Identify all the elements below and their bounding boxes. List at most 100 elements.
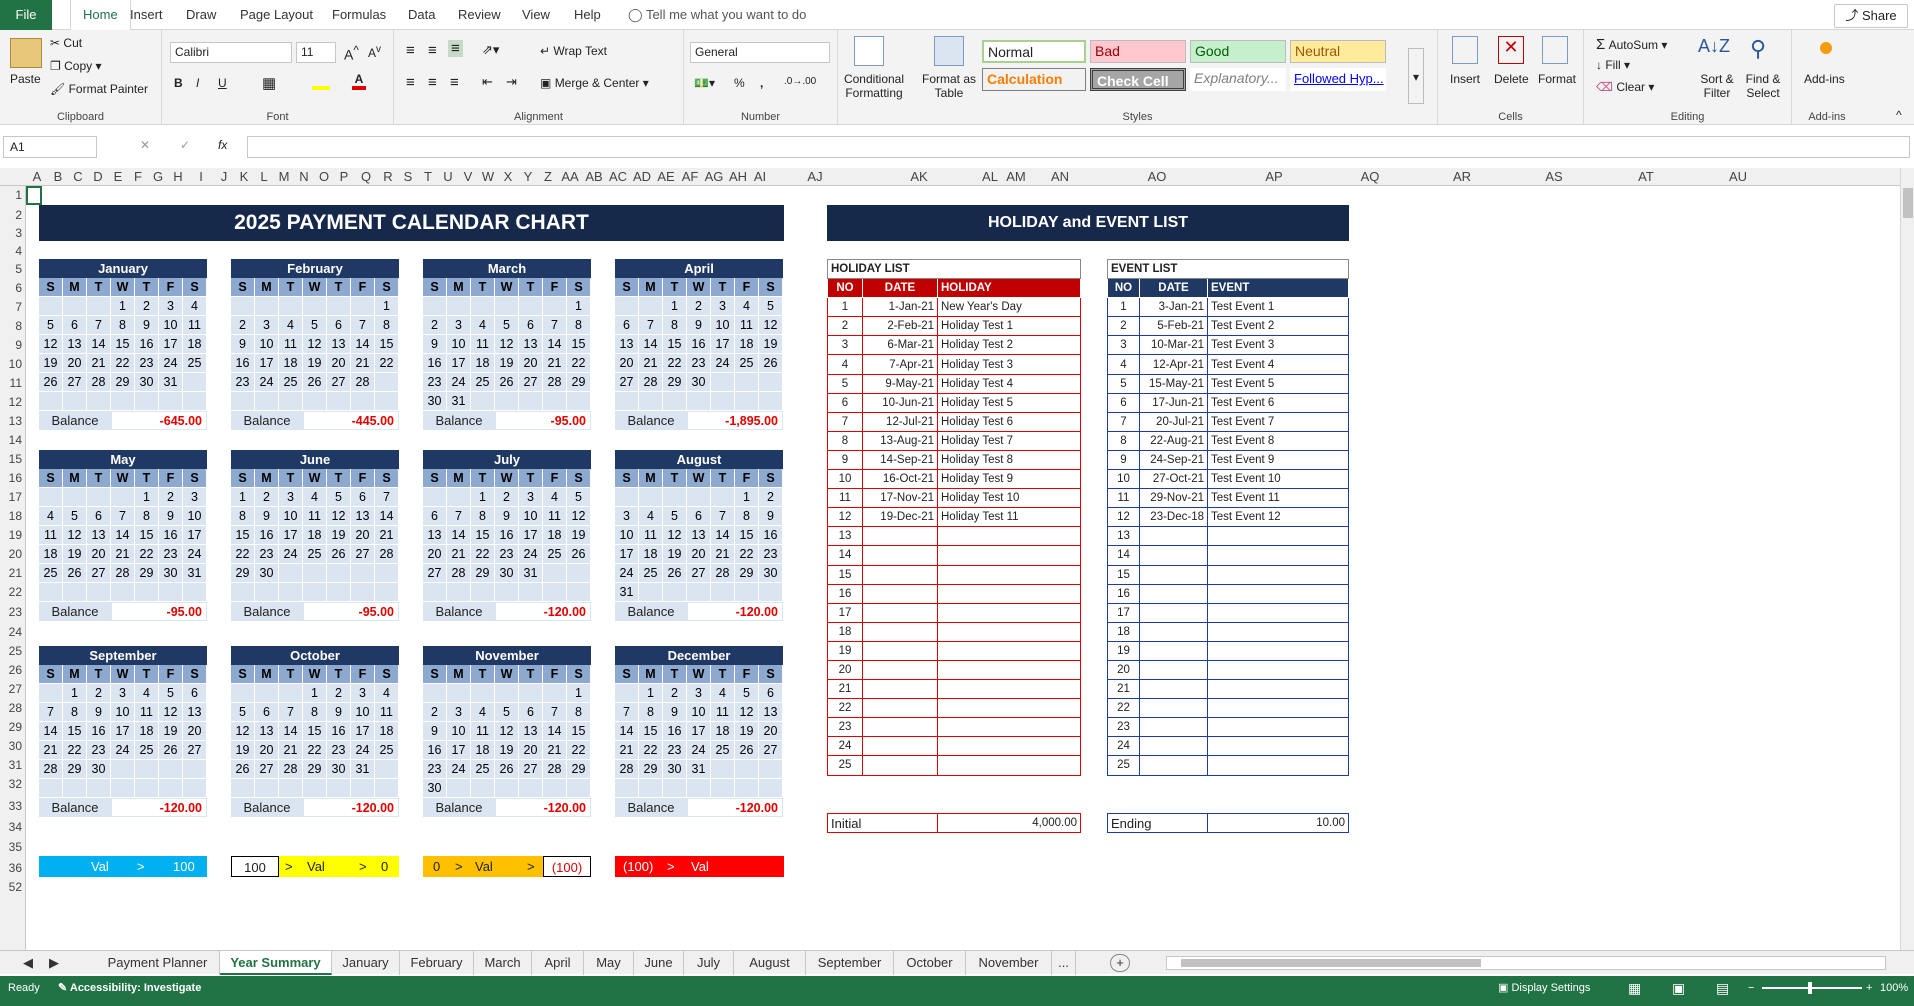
day-cell[interactable]: 13 [423, 526, 447, 545]
holiday-cell[interactable] [937, 736, 1081, 757]
day-cell[interactable]: 13 [327, 335, 351, 354]
column-header-ad[interactable]: AD [630, 168, 654, 186]
day-cell[interactable]: 23 [159, 545, 183, 564]
day-cell[interactable] [495, 583, 519, 602]
day-cell[interactable]: 26 [159, 741, 183, 760]
day-cell[interactable]: 24 [111, 741, 135, 760]
day-cell[interactable]: 11 [135, 703, 159, 722]
tab-formulas[interactable]: Formulas [332, 0, 386, 30]
fill-button[interactable]: ↓ Fill ▾ [1596, 58, 1630, 72]
day-cell[interactable]: 10 [687, 703, 711, 722]
day-cell[interactable] [63, 297, 87, 316]
day-cell[interactable]: 29 [567, 373, 591, 392]
insert-function-icon[interactable]: fx [218, 138, 227, 152]
day-cell[interactable]: 15 [375, 335, 399, 354]
holiday-cell[interactable]: 6 [827, 392, 863, 413]
day-cell[interactable] [87, 779, 111, 798]
holiday-cell[interactable]: 11 [827, 488, 863, 509]
styles-more-button[interactable]: ▾ [1408, 48, 1424, 104]
font-color-icon[interactable]: A [352, 72, 366, 90]
day-cell[interactable]: 22 [303, 741, 327, 760]
day-cell[interactable]: 13 [759, 703, 783, 722]
day-cell[interactable]: 17 [159, 335, 183, 354]
event-cell[interactable]: 12-Apr-21 [1139, 354, 1208, 375]
underline-button[interactable]: U [218, 76, 227, 90]
day-cell[interactable]: 17 [351, 722, 375, 741]
event-cell[interactable]: Test Event 6 [1207, 392, 1349, 413]
day-cell[interactable]: 25 [39, 564, 63, 583]
decrease-indent-icon[interactable]: ⇤ [482, 74, 493, 90]
sheet-tab-april[interactable]: April [532, 951, 584, 975]
day-cell[interactable]: 24 [447, 760, 471, 779]
day-cell[interactable] [255, 297, 279, 316]
balance-value[interactable]: -120.00 [111, 798, 207, 817]
day-cell[interactable]: 8 [471, 507, 495, 526]
style-normal[interactable]: Normal [982, 40, 1086, 63]
day-cell[interactable]: 31 [615, 583, 639, 602]
day-cell[interactable] [63, 583, 87, 602]
column-header-b[interactable]: B [48, 168, 68, 186]
event-cell[interactable]: Test Event 12 [1207, 507, 1349, 528]
day-cell[interactable]: 22 [663, 354, 687, 373]
day-cell[interactable]: 25 [735, 354, 759, 373]
decrease-font-icon[interactable]: Av [368, 44, 381, 60]
event-cell[interactable]: 12 [1107, 507, 1140, 528]
day-cell[interactable]: 24 [351, 741, 375, 760]
day-cell[interactable]: 28 [639, 373, 663, 392]
day-cell[interactable]: 12 [231, 722, 255, 741]
column-header-at[interactable]: AT [1600, 168, 1692, 186]
vertical-scroll-thumb[interactable] [1903, 188, 1913, 218]
day-cell[interactable]: 5 [495, 703, 519, 722]
day-cell[interactable]: 29 [231, 564, 255, 583]
day-cell[interactable]: 10 [711, 316, 735, 335]
event-cell[interactable]: 24-Sep-21 [1139, 449, 1208, 471]
balance-value[interactable]: -120.00 [687, 602, 783, 621]
day-cell[interactable]: 24 [519, 545, 543, 564]
event-cell[interactable] [1207, 621, 1349, 642]
day-cell[interactable]: 11 [183, 316, 207, 335]
event-cell[interactable] [1207, 698, 1349, 719]
day-cell[interactable]: 14 [375, 507, 399, 526]
day-cell[interactable]: 27 [759, 741, 783, 760]
day-cell[interactable]: 11 [375, 703, 399, 722]
holiday-cell[interactable]: Holiday Test 3 [937, 354, 1081, 375]
day-cell[interactable]: 28 [111, 564, 135, 583]
day-cell[interactable] [735, 392, 759, 411]
event-cell[interactable]: 5 [1107, 373, 1140, 394]
event-cell[interactable] [1207, 564, 1349, 585]
day-cell[interactable]: 9 [759, 507, 783, 526]
holiday-cell[interactable] [937, 755, 1081, 776]
column-header-am[interactable]: AM [1002, 168, 1030, 186]
day-cell[interactable]: 7 [543, 316, 567, 335]
event-cell[interactable]: 9 [1107, 449, 1140, 471]
day-cell[interactable]: 26 [303, 373, 327, 392]
day-cell[interactable]: 29 [303, 760, 327, 779]
day-cell[interactable]: 2 [135, 297, 159, 316]
day-cell[interactable]: 14 [543, 335, 567, 354]
day-cell[interactable]: 14 [111, 526, 135, 545]
column-header-aj[interactable]: AJ [770, 168, 860, 186]
day-cell[interactable] [543, 684, 567, 703]
event-cell[interactable]: Test Event 1 [1207, 297, 1349, 318]
holiday-cell[interactable]: Holiday Test 4 [937, 373, 1081, 394]
day-cell[interactable]: 14 [639, 335, 663, 354]
day-cell[interactable]: 12 [63, 526, 87, 545]
day-cell[interactable] [735, 583, 759, 602]
day-cell[interactable] [231, 779, 255, 798]
day-cell[interactable]: 15 [111, 335, 135, 354]
day-cell[interactable] [495, 297, 519, 316]
format-painter-button[interactable]: 🖌 Format Painter [50, 82, 148, 96]
day-cell[interactable]: 4 [471, 703, 495, 722]
day-cell[interactable]: 27 [519, 373, 543, 392]
day-cell[interactable]: 20 [519, 354, 543, 373]
event-cell[interactable]: 7 [1107, 411, 1140, 432]
day-cell[interactable] [567, 779, 591, 798]
row-header-33[interactable]: 33 [0, 797, 22, 816]
day-cell[interactable]: 8 [567, 316, 591, 335]
holiday-cell[interactable]: 10-Jun-21 [862, 392, 938, 413]
day-cell[interactable] [711, 779, 735, 798]
day-cell[interactable]: 10 [519, 507, 543, 526]
day-cell[interactable]: 16 [231, 354, 255, 373]
event-cell[interactable] [1207, 602, 1349, 623]
day-cell[interactable] [495, 392, 519, 411]
